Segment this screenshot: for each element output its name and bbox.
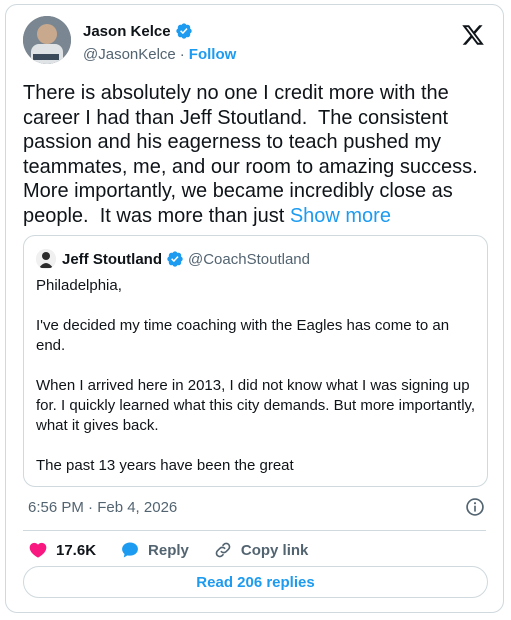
author-handle-row: @JasonKelce · Follow xyxy=(83,46,236,63)
action-bar: 17.6K Reply Copy link xyxy=(28,540,332,560)
quoted-paragraph: I've decided my time coaching with the E… xyxy=(36,317,450,354)
separator-dot: · xyxy=(179,46,185,63)
copy-link-button[interactable]: Copy link xyxy=(213,540,309,560)
copy-link-label: Copy link xyxy=(240,541,309,559)
heart-icon xyxy=(29,542,47,558)
info-icon[interactable] xyxy=(465,497,485,517)
link-icon xyxy=(215,542,231,558)
quoted-author-row: Jeff Stoutland @CoachStoutland xyxy=(62,250,310,268)
tweet-card: Jason Kelce @JasonKelce · Follow There i… xyxy=(5,4,504,613)
author-name[interactable]: Jason Kelce xyxy=(83,23,171,40)
reply-label: Reply xyxy=(148,541,189,559)
like-button[interactable]: 17.6K xyxy=(28,540,96,560)
quoted-author-avatar xyxy=(36,249,56,269)
divider xyxy=(23,530,486,531)
quoted-paragraph: When I arrived here in 2013, I did not k… xyxy=(36,377,476,434)
author-avatar[interactable] xyxy=(23,16,71,64)
tweet-timestamp[interactable]: 6:56 PM · Feb 4, 2026 xyxy=(28,499,177,516)
like-count: 17.6K xyxy=(56,541,97,559)
reply-button[interactable]: Reply xyxy=(120,540,189,560)
quoted-paragraph: The past 13 years have been the great xyxy=(36,457,294,474)
quoted-author-handle: @CoachStoutland xyxy=(188,250,310,268)
quoted-author-name: Jeff Stoutland xyxy=(62,250,162,268)
verified-badge-icon xyxy=(175,23,192,39)
tweet-body: There is absolutely no one I credit more… xyxy=(23,82,484,227)
quoted-tweet-text: Philadelphia, I've decided my time coach… xyxy=(36,276,476,496)
reply-bubble-icon xyxy=(122,542,138,558)
author-handle[interactable]: @JasonKelce xyxy=(83,46,176,63)
author-name-row: Jason Kelce xyxy=(83,22,193,40)
tweet-text: There is absolutely no one I credit more… xyxy=(23,81,493,228)
quoted-paragraph: Philadelphia, xyxy=(36,277,122,294)
x-logo-icon[interactable] xyxy=(461,23,485,47)
quoted-verified-badge-icon xyxy=(167,251,183,267)
follow-button[interactable]: Follow xyxy=(189,46,237,63)
quoted-tweet[interactable]: Jeff Stoutland @CoachStoutland Philadelp… xyxy=(23,235,488,487)
show-more-link[interactable]: Show more xyxy=(290,205,391,227)
read-replies-button[interactable]: Read 206 replies xyxy=(23,566,488,598)
